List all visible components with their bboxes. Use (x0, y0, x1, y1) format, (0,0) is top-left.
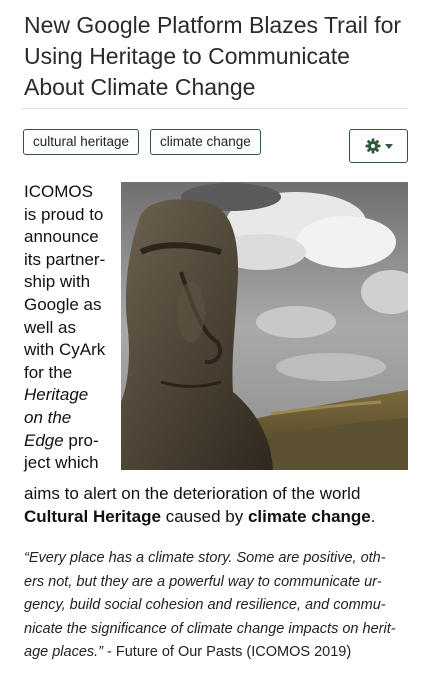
body-line: aims to alert on the deterioration of th… (24, 484, 361, 503)
tag-cultural-heritage[interactable]: cultural heritage (23, 129, 140, 155)
article-body-continued: aims to alert on the deterioration of th… (24, 482, 419, 528)
blockquote: “Every place has a climate story. Some a… (24, 547, 409, 665)
body-line: well as (24, 317, 76, 337)
project-name: on the (24, 407, 72, 427)
body-line: ICOMOS (24, 182, 93, 201)
moai-statue-image (121, 182, 408, 470)
body-line: announce (24, 227, 99, 247)
body-line: is proud to (24, 204, 104, 224)
quote-line: nicate the significance of climate chang… (24, 620, 396, 637)
body-line: its partner- (24, 249, 106, 269)
quote-attribution: - Future of Our Pasts (ICOMOS 2019) (103, 644, 352, 661)
title-divider (22, 108, 408, 109)
body-line: . (370, 507, 376, 526)
quote-line: gency, build social cohesion and resilie… (24, 597, 386, 614)
body-line: pro- (63, 430, 99, 450)
quote-line: ers not, but they are a powerful way to … (24, 573, 382, 590)
project-name: Heritage (24, 385, 89, 405)
body-line: caused by (160, 507, 248, 526)
emphasis-cultural-heritage: Cultural Heritage (24, 507, 161, 526)
quote-line: age places.” (24, 644, 103, 661)
project-name: Edge (24, 430, 64, 450)
emphasis-climate-change: climate change (247, 507, 371, 526)
body-line: with CyArk (24, 340, 106, 360)
body-line: ship with (24, 272, 91, 292)
tag-climate-change[interactable]: climate change (150, 129, 261, 155)
body-line: for the (24, 362, 73, 382)
body-line: Google as (24, 294, 102, 314)
chevron-down-icon (384, 144, 393, 149)
gear-icon (365, 138, 381, 154)
quote-line: “Every place has a climate story. Some a… (24, 550, 386, 566)
body-line: ject which (24, 453, 99, 473)
article-title: New Google Platform Blazes Trail for Usi… (24, 12, 402, 100)
settings-menu-button[interactable] (349, 129, 408, 163)
article-intro-column: ICOMOS is proud to announce its partner-… (24, 181, 118, 475)
